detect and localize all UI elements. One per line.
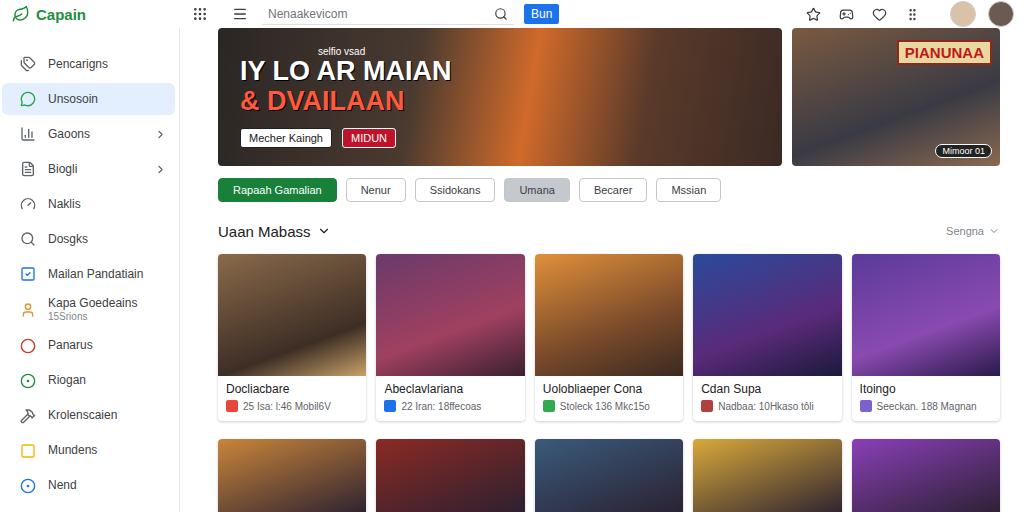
game-card[interactable] bbox=[218, 439, 366, 512]
filter-bar: Rapaah Gamalian Nenur Ssidokans Umana Becare… bbox=[218, 178, 1000, 202]
hero-button[interactable]: Mecher Kaingh bbox=[240, 128, 332, 148]
game-cover bbox=[376, 439, 524, 512]
sidebar-item-icon bbox=[20, 443, 36, 459]
sidebar-item[interactable]: Biogli bbox=[2, 153, 175, 185]
grid-icon bbox=[192, 6, 208, 22]
search-icon bbox=[494, 7, 508, 21]
publisher-icon bbox=[543, 400, 555, 412]
game-cover bbox=[535, 254, 683, 376]
search-button[interactable]: Bun bbox=[524, 4, 559, 24]
hero-title: IY LO AR MAIAN bbox=[240, 57, 760, 87]
menu-button[interactable] bbox=[232, 6, 248, 22]
game-cover bbox=[218, 439, 366, 512]
sidebar-item-icon bbox=[20, 91, 36, 107]
sidebar-item-icon bbox=[20, 408, 36, 424]
sidebar-item[interactable]: Dosgks bbox=[2, 223, 175, 255]
game-cover bbox=[535, 439, 683, 512]
logo-icon bbox=[12, 5, 30, 23]
heart-icon bbox=[872, 7, 887, 22]
chevron-icon bbox=[154, 163, 167, 176]
avatar[interactable] bbox=[950, 1, 976, 27]
sidebar-item-icon bbox=[20, 338, 36, 354]
more-button[interactable] bbox=[905, 7, 920, 22]
filter-chip[interactable]: Umana bbox=[504, 178, 569, 202]
promo-banner[interactable]: PIANUNAAMimoor 01 bbox=[792, 28, 1000, 166]
dots-icon bbox=[905, 7, 920, 22]
sidebar-item[interactable]: Unsosoin bbox=[2, 83, 175, 115]
sidebar-item-icon bbox=[20, 56, 36, 72]
top-bar: Capain Nenaakevicom Bun bbox=[0, 0, 1024, 28]
gamepad-icon bbox=[839, 7, 854, 22]
game-cover bbox=[852, 254, 1000, 376]
publisher-icon bbox=[860, 400, 872, 412]
sidebar-item[interactable]: Panarus bbox=[2, 330, 175, 362]
game-card[interactable]: Cdan SupaNadbaa: 10Hkaso tôli bbox=[693, 254, 841, 421]
menu-icon bbox=[232, 6, 248, 22]
sidebar-item-icon bbox=[20, 161, 36, 177]
sidebar-item[interactable]: Pencarigns bbox=[2, 48, 175, 80]
logo[interactable]: Capain bbox=[12, 5, 192, 23]
sidebar-item[interactable]: Krolenscaien bbox=[2, 400, 175, 432]
filter-chip[interactable]: Nenur bbox=[346, 178, 406, 202]
hero-title: & DVAILAAN bbox=[240, 87, 760, 117]
game-cover bbox=[852, 439, 1000, 512]
sidebar-item-icon bbox=[20, 126, 36, 142]
sidebar-item-icon bbox=[20, 196, 36, 212]
chevron-down-icon bbox=[988, 225, 1000, 237]
sidebar-item[interactable]: Riogan bbox=[2, 365, 175, 397]
game-card[interactable]: ItoingoSeeckan. 188 Magnan bbox=[852, 254, 1000, 421]
game-card[interactable] bbox=[535, 439, 683, 512]
filter-chip[interactable]: Mssian bbox=[656, 178, 721, 202]
search-field[interactable]: Nenaakevicom bbox=[262, 3, 514, 25]
sidebar-item[interactable]: Gaoons bbox=[2, 118, 175, 150]
game-card[interactable]: Docliacbare25 Isa: l:46 Mobil6V bbox=[218, 254, 366, 421]
app-window: Capain Nenaakevicom Bun PencarignsUnsosoinG… bbox=[0, 0, 1024, 512]
game-cover bbox=[693, 254, 841, 376]
game-cover bbox=[693, 439, 841, 512]
game-card[interactable] bbox=[376, 439, 524, 512]
sidebar-item[interactable]: Nend bbox=[2, 470, 175, 502]
game-card[interactable]: Abeclavlariana22 Iran: 18ffecoas bbox=[376, 254, 524, 421]
game-cover bbox=[218, 254, 366, 376]
wishlist-button[interactable] bbox=[872, 7, 887, 22]
sidebar-item[interactable]: Kapa Goedeains15Srions bbox=[2, 293, 175, 327]
sidebar-item[interactable]: Mailan Pandatiain bbox=[2, 258, 175, 290]
sort-dropdown[interactable]: Sengna bbox=[946, 225, 1000, 237]
publisher-icon bbox=[384, 400, 396, 412]
hero-button[interactable]: MIDUN bbox=[342, 128, 396, 148]
promo-badge: Mimoor 01 bbox=[935, 144, 992, 158]
publisher-icon bbox=[701, 400, 713, 412]
filter-chip[interactable]: Ssidokans bbox=[415, 178, 496, 202]
game-card[interactable]: Uolobliaeper ConaStoleck 136 Mkc15o bbox=[535, 254, 683, 421]
sidebar-item-icon bbox=[20, 373, 36, 389]
avatar[interactable] bbox=[988, 1, 1014, 27]
game-cover bbox=[376, 254, 524, 376]
star-icon bbox=[806, 7, 821, 22]
hero-banner[interactable]: selfio vsadIY LO AR MAIAN& DVAILAANMeche… bbox=[218, 28, 782, 166]
filter-chip[interactable]: Becarer bbox=[579, 178, 648, 202]
chevron-down-icon bbox=[317, 224, 331, 238]
sidebar-item-icon bbox=[20, 266, 36, 282]
apps-button[interactable] bbox=[192, 6, 208, 22]
filter-chip[interactable]: Rapaah Gamalian bbox=[218, 178, 337, 202]
favorites-button[interactable] bbox=[806, 7, 821, 22]
sidebar: PencarignsUnsosoinGaoonsBiogliNaklisDosg… bbox=[0, 28, 180, 512]
sidebar-item-icon bbox=[20, 478, 36, 494]
sidebar-item[interactable]: Naklis bbox=[2, 188, 175, 220]
game-card[interactable] bbox=[693, 439, 841, 512]
game-card[interactable] bbox=[852, 439, 1000, 512]
sidebar-item-icon bbox=[20, 302, 36, 318]
section-title[interactable]: Uaan Mabass bbox=[218, 223, 331, 240]
sidebar-item[interactable]: Mundens bbox=[2, 435, 175, 467]
sidebar-item-icon bbox=[20, 231, 36, 247]
publisher-icon bbox=[226, 400, 238, 412]
chevron-icon bbox=[154, 128, 167, 141]
games-button[interactable] bbox=[839, 7, 854, 22]
